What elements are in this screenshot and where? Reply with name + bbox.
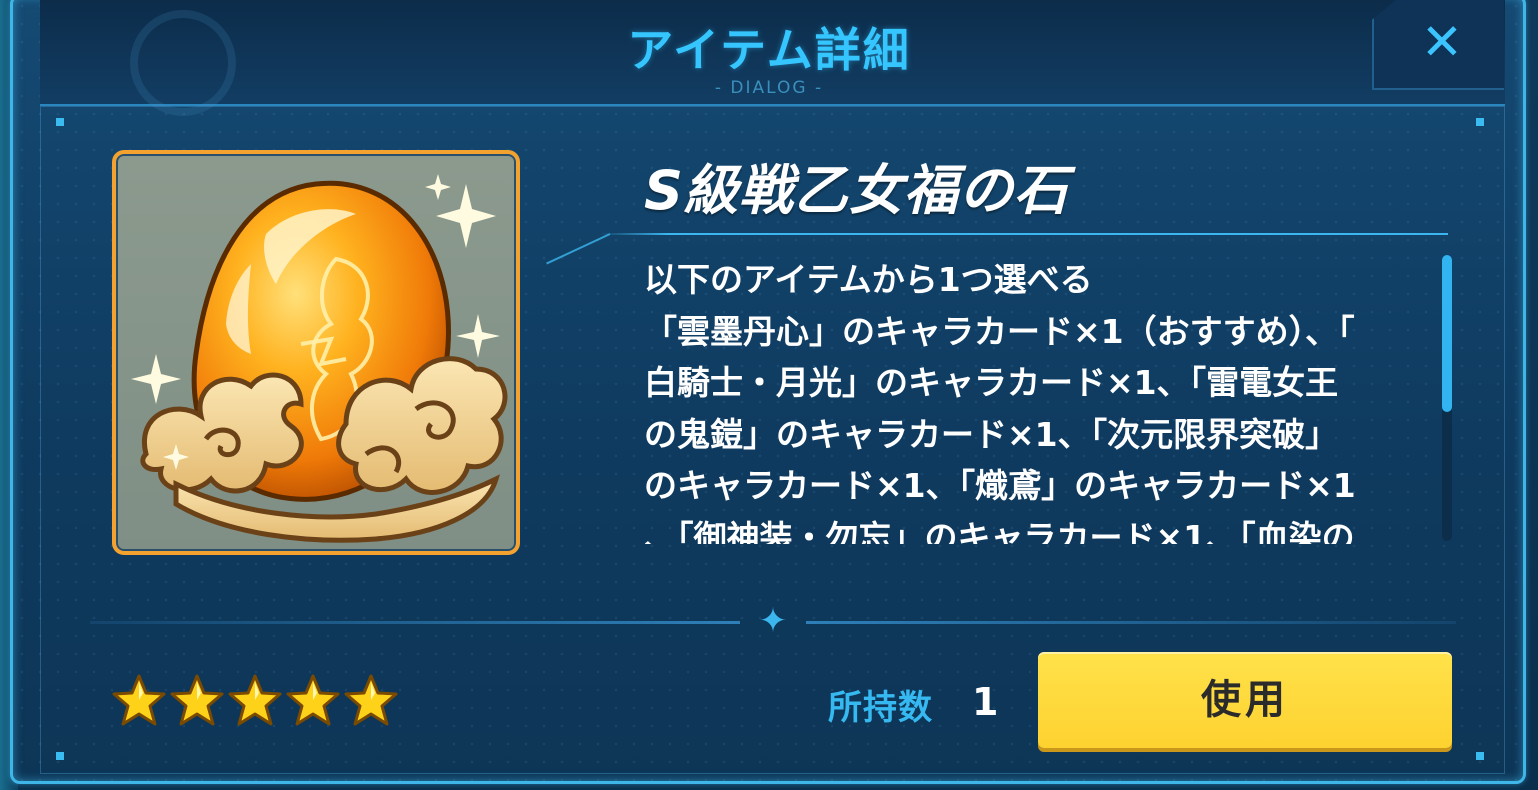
rarity-star-icon [112, 674, 166, 726]
dialog-title: アイテム詳細 [627, 23, 911, 77]
section-divider [806, 621, 1456, 624]
name-underline [600, 233, 1448, 235]
scrollbar-thumb[interactable] [1442, 255, 1452, 412]
rarity-star-icon [286, 674, 340, 726]
rarity-star-icon [344, 674, 398, 726]
corner-marker [1476, 752, 1484, 760]
item-name: S級戦乙女福の石 [644, 159, 1069, 222]
dialog-subtitle: - DIALOG - [714, 78, 824, 98]
use-button[interactable]: 使用 [1038, 652, 1452, 748]
corner-marker [56, 752, 64, 760]
description-line: 「雲墨丹心」のキャラカード×1（おすすめ）、「 [644, 311, 1355, 351]
item-description[interactable]: 以下のアイテムから1つ選べる 「雲墨丹心」のキャラカード×1（おすすめ）、「 白… [644, 254, 1424, 544]
description-line: 、「御神装・勿忘」のキャラカード×1、「血染の [644, 517, 1355, 545]
owned-count-label: 所持数 [828, 688, 933, 728]
description-line: 白騎士・月光」のキャラカード×1、「雷電女王 [644, 363, 1339, 402]
description-line: の鬼鎧」のキャラカード×1、「次元限界突破」 [644, 414, 1339, 454]
item-detail-screen: アイテム詳細 - DIALOG - ✕ S級戦乙女福の石 以下のアイテムから1つ… [0, 0, 1538, 790]
corner-marker [1476, 118, 1484, 126]
description-line: 以下のアイテムから1つ選べる [644, 260, 1093, 299]
divider-star-icon: ✦ [758, 601, 788, 641]
rarity-star-icon [228, 674, 282, 726]
close-icon[interactable]: ✕ [1416, 16, 1468, 68]
description-line: のキャラカード×1、「熾鳶」のキャラカード×1 [644, 466, 1356, 505]
section-divider [90, 621, 740, 624]
corner-marker [56, 118, 64, 126]
golden-egg-icon [131, 174, 508, 543]
use-button-label: 使用 [1201, 677, 1289, 723]
owned-count-value: 1 [972, 680, 999, 724]
rarity-star-icon [170, 674, 224, 726]
